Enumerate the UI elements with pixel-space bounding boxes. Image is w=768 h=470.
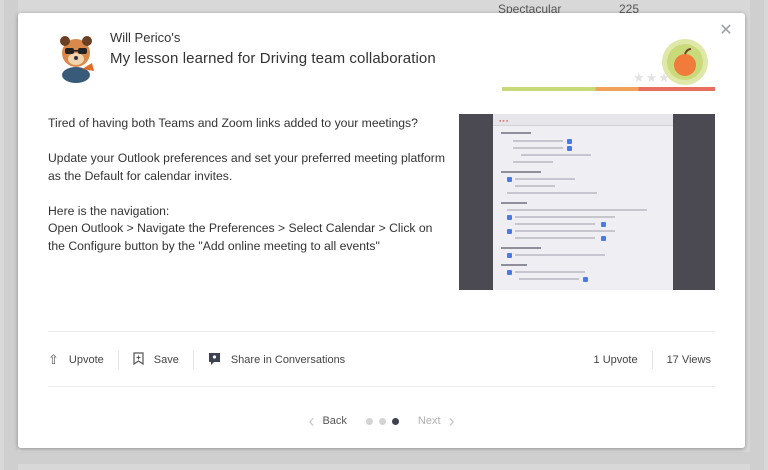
page-indicator <box>363 417 402 425</box>
pagination: ‹ Back Next › <box>18 412 745 430</box>
screenshot-titlebar: ●●● <box>493 114 673 126</box>
avatar <box>54 31 98 83</box>
background-bottom-strip <box>4 452 764 464</box>
close-icon[interactable]: ✕ <box>718 23 734 39</box>
share-in-conversations-button[interactable]: Share in Conversations <box>194 352 359 369</box>
progress-bar <box>502 87 715 91</box>
lesson-body: Tired of having both Teams and Zoom link… <box>48 115 448 273</box>
author-name: Will Perico's <box>110 30 181 45</box>
background-right-edge <box>750 0 764 470</box>
page-dot[interactable] <box>378 417 386 425</box>
page-dot[interactable] <box>365 417 373 425</box>
save-label: Save <box>153 354 179 366</box>
chat-bubble-icon <box>208 352 221 369</box>
upvote-count: 1 Upvote <box>593 354 638 366</box>
screenshot-preferences-panel: ●●● <box>493 114 673 290</box>
rating-stars: ★★★ <box>633 70 671 85</box>
lesson-modal: ✕ Will Perico's My lesson learned for Dr… <box>18 13 745 448</box>
share-label: Share in Conversations <box>230 354 346 366</box>
progress-fill <box>502 87 715 91</box>
body-paragraph: Update your Outlook preferences and set … <box>48 151 445 183</box>
divider <box>48 386 715 387</box>
next-button[interactable]: Next <box>418 415 441 427</box>
save-button[interactable]: Save <box>119 352 193 368</box>
stats-bar: 1 Upvote 17 Views <box>594 350 711 370</box>
upvote-label: Upvote <box>68 354 104 366</box>
attached-screenshot[interactable]: ●●● <box>459 114 715 290</box>
window-controls-icon: ●●● <box>499 118 510 123</box>
lesson-title: My lesson learned for Driving team colla… <box>110 50 436 67</box>
body-paragraph: Here is the navigation: Open Outlook > N… <box>48 203 433 253</box>
upvote-arrow-icon: ⇧ <box>48 352 59 367</box>
divider <box>48 331 715 332</box>
action-bar: ⇧ Upvote Save Share in Conversations <box>48 350 359 370</box>
bookmark-icon <box>133 352 144 368</box>
body-paragraph: Tired of having both Teams and Zoom link… <box>48 116 418 130</box>
page-dot-active[interactable] <box>391 417 399 425</box>
stats-separator <box>651 351 653 369</box>
chevron-left-icon[interactable]: ‹ <box>308 412 314 430</box>
background-left-edge <box>4 0 18 470</box>
chevron-right-icon[interactable]: › <box>449 412 455 430</box>
view-count: 17 Views <box>666 354 711 366</box>
back-button[interactable]: Back <box>322 415 346 427</box>
upvote-button[interactable]: ⇧ Upvote <box>48 352 118 368</box>
